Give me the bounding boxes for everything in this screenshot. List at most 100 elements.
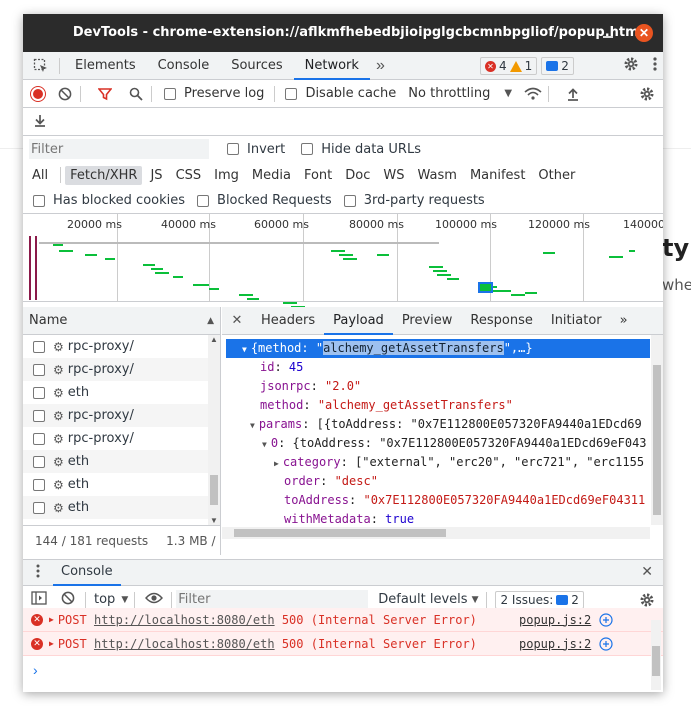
blocked-requests-option[interactable]: Blocked Requests <box>197 193 332 208</box>
request-row-checkbox[interactable] <box>33 340 45 353</box>
type-manifest[interactable]: Manifest <box>465 166 530 185</box>
console-filter-input[interactable] <box>176 589 369 610</box>
request-row-checkbox[interactable] <box>33 432 45 445</box>
scroll-up-arrow-icon[interactable]: ▲ <box>210 335 218 344</box>
scroll-down-arrow-icon[interactable]: ▼ <box>210 516 218 525</box>
blocked-requests-checkbox[interactable] <box>197 194 210 207</box>
payload-row-order[interactable]: order: "desc" <box>222 472 663 491</box>
payload-row-params-0[interactable]: ▼ 0: {toAddress: "0x7E112800E057320FA9440… <box>222 434 663 453</box>
close-window-button[interactable]: ✕ <box>635 24 653 42</box>
close-drawer-icon[interactable]: ✕ <box>641 564 653 580</box>
type-media[interactable]: Media <box>247 166 296 185</box>
hide-data-urls-option[interactable]: Hide data URLs <box>301 142 421 157</box>
collapsed-triangle-icon[interactable]: ▶ <box>274 459 279 468</box>
import-har-upload-icon[interactable] <box>562 83 584 105</box>
tab-preview[interactable]: Preview <box>393 307 462 335</box>
type-doc[interactable]: Doc <box>340 166 375 185</box>
drawer-menu-kebab-icon[interactable] <box>23 564 53 582</box>
live-expression-eye-icon[interactable] <box>145 592 164 608</box>
minimize-button[interactable] <box>603 36 613 38</box>
request-row[interactable]: ⚙ eth <box>23 496 220 519</box>
network-settings-gear-icon[interactable] <box>639 86 655 106</box>
payload-row-jsonrpc[interactable]: jsonrpc: "2.0" <box>222 377 663 396</box>
third-party-requests-checkbox[interactable] <box>343 194 356 207</box>
invert-checkbox[interactable] <box>227 143 239 155</box>
payload-horizontal-scrollbar[interactable] <box>222 527 650 539</box>
disable-cache-checkbox[interactable] <box>285 87 298 100</box>
log-levels-select[interactable]: Default levels ▼ <box>378 592 478 607</box>
expanded-triangle-icon[interactable]: ▼ <box>250 421 255 430</box>
close-detail-icon[interactable]: ✕ <box>222 313 252 328</box>
has-blocked-cookies-option[interactable]: Has blocked cookies <box>33 193 185 208</box>
scrollbar-thumb[interactable] <box>653 365 661 515</box>
request-row-checkbox[interactable] <box>33 501 45 514</box>
messages-badge[interactable]: 2 <box>541 57 574 75</box>
request-row-checkbox[interactable] <box>33 409 45 422</box>
disable-cache-option[interactable]: Disable cache <box>285 86 396 101</box>
scrollbar-thumb[interactable] <box>234 529 446 537</box>
tab-payload[interactable]: Payload <box>324 307 393 335</box>
payload-vertical-scrollbar[interactable] <box>651 335 663 525</box>
console-scrollbar[interactable] <box>651 620 661 690</box>
invert-option[interactable]: Invert <box>227 142 285 157</box>
more-tabs-chevron-icon[interactable]: » <box>370 57 391 75</box>
network-overview-timeline[interactable]: 20000 ms 40000 ms 60000 ms 80000 ms 1000… <box>23 214 663 308</box>
inspect-element-icon[interactable] <box>27 52 55 80</box>
scrollbar-thumb[interactable] <box>210 475 218 505</box>
tab-response[interactable]: Response <box>461 307 541 335</box>
payload-root-row[interactable]: ▼ {method: "alchemy_getAssetTransfers",…} <box>226 339 650 358</box>
issues-badge[interactable]: 2 Issues: 2 <box>495 590 584 609</box>
console-url-link[interactable]: http://localhost:8080/eth <box>94 613 275 627</box>
type-css[interactable]: CSS <box>171 166 207 185</box>
type-fetch-xhr[interactable]: Fetch/XHR <box>65 165 143 185</box>
network-globe-icon[interactable] <box>599 637 613 654</box>
preserve-log-checkbox[interactable] <box>164 87 176 100</box>
collapsed-triangle-icon[interactable]: ▶ <box>49 639 54 648</box>
payload-row-params[interactable]: ▼ params: [{toAddress: "0x7E112800E057320… <box>222 415 663 434</box>
request-row[interactable]: ⚙ rpc-proxy/ <box>23 335 220 358</box>
clear-console-icon[interactable] <box>61 591 75 609</box>
expanded-triangle-icon[interactable]: ▼ <box>242 345 247 354</box>
tab-elements[interactable]: Elements <box>64 52 147 80</box>
filter-input[interactable] <box>29 139 209 159</box>
request-row-checkbox[interactable] <box>33 386 45 399</box>
context-select[interactable]: top ▼ <box>94 592 128 607</box>
tab-sources[interactable]: Sources <box>220 52 293 80</box>
settings-gear-icon[interactable] <box>623 56 639 75</box>
network-conditions-wifi-icon[interactable] <box>522 83 544 105</box>
type-wasm[interactable]: Wasm <box>413 166 462 185</box>
console-error-row[interactable]: ✕ ▶ POST http://localhost:8080/eth 500 (In… <box>23 632 663 656</box>
throttling-select[interactable]: No throttling ▼ <box>408 86 512 101</box>
has-blocked-cookies-checkbox[interactable] <box>33 194 45 207</box>
console-source-link[interactable]: popup.js:2 <box>519 613 591 627</box>
sidebar-toggle-icon[interactable] <box>31 590 47 609</box>
type-all[interactable]: All <box>27 166 53 185</box>
console-url-link[interactable]: http://localhost:8080/eth <box>94 637 275 651</box>
clear-icon[interactable] <box>54 83 76 105</box>
third-party-requests-option[interactable]: 3rd-party requests <box>343 193 485 208</box>
request-row-checkbox[interactable] <box>33 455 45 468</box>
expanded-triangle-icon[interactable]: ▼ <box>262 440 267 449</box>
request-list-header[interactable]: Name ▲ <box>23 307 220 335</box>
request-row[interactable]: ⚙ eth <box>23 450 220 473</box>
scrollbar-thumb[interactable] <box>652 646 660 676</box>
request-row[interactable]: ⚙ rpc-proxy/ <box>23 427 220 450</box>
record-button[interactable] <box>31 86 45 101</box>
kebab-menu-icon[interactable] <box>653 56 657 75</box>
type-ws[interactable]: WS <box>378 166 409 185</box>
tab-console[interactable]: Console <box>147 52 221 80</box>
payload-row-method[interactable]: method: "alchemy_getAssetTransfers" <box>222 396 663 415</box>
payload-row-id[interactable]: id: 45 <box>222 358 663 377</box>
request-row-checkbox[interactable] <box>33 363 45 376</box>
type-other[interactable]: Other <box>533 166 580 185</box>
request-row-checkbox[interactable] <box>33 478 45 491</box>
request-row[interactable]: ⚙ rpc-proxy/ <box>23 404 220 427</box>
console-source-link[interactable]: popup.js:2 <box>519 637 591 651</box>
search-icon[interactable] <box>125 83 147 105</box>
more-detail-tabs-chevron-icon[interactable]: » <box>611 307 637 335</box>
request-list-scrollbar[interactable]: ▲ ▼ <box>208 335 220 525</box>
drawer-tab-console[interactable]: Console <box>53 560 121 586</box>
errors-warnings-badge[interactable]: ✕ 4 1 <box>480 57 538 75</box>
filter-icon[interactable] <box>94 83 116 105</box>
export-har-download-icon[interactable] <box>33 113 47 130</box>
